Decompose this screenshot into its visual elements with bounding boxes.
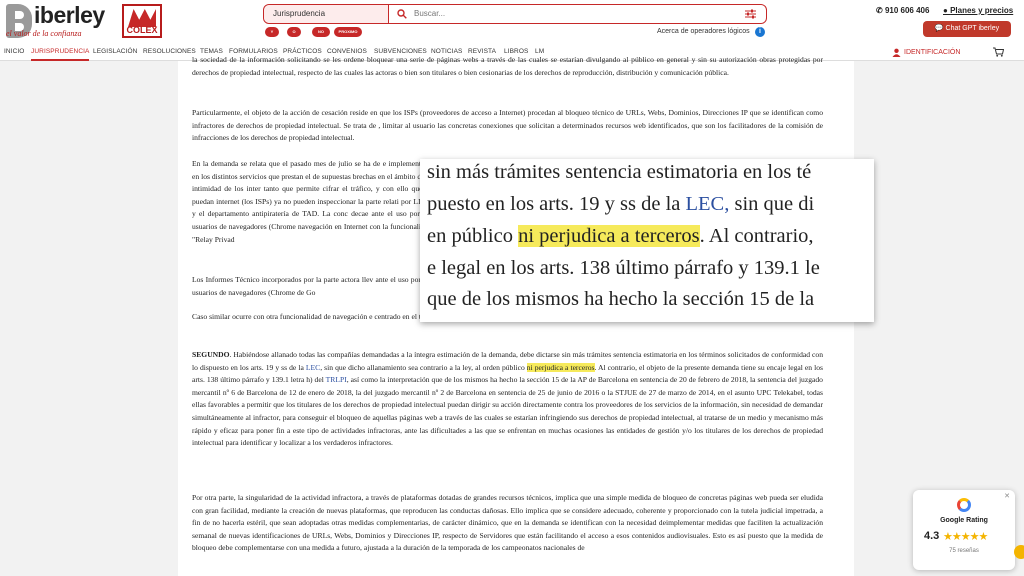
colex-logo[interactable]: COLEX (122, 4, 162, 38)
rating-score: 4.3 (924, 530, 940, 542)
nav-resoluciones[interactable]: RESOLUCIONES (143, 44, 196, 59)
chat-bubble-icon[interactable] (1014, 545, 1024, 559)
magnifier-line-2: puesto en los arts. 19 y ss de la LEC, s… (427, 193, 814, 216)
nav-jurisprudencia[interactable]: JURISPRUDENCIA (31, 44, 90, 61)
info-icon[interactable]: i (755, 27, 765, 37)
text-magnifier-lens: sin más trámites sentencia estimatoria e… (420, 159, 874, 322)
segundo-text-b: , sin que dicho allanamiento sea contrar… (320, 362, 527, 372)
search-bar: Jurisprudencia Buscar... (263, 4, 767, 24)
google-logo-icon (957, 498, 971, 512)
user-icon (892, 48, 901, 57)
paragraph-1: la sociedad de la información solicitand… (192, 55, 823, 77)
magnifier-line-3-a: en público (427, 225, 519, 247)
search-input[interactable]: Buscar... (414, 5, 445, 23)
nav-legislacion[interactable]: LEGISLACIÓN (93, 44, 137, 59)
close-icon[interactable]: ✕ (1004, 492, 1010, 500)
logo-text: iberley (34, 2, 105, 28)
rating-stars-icon: ★★★★★ (943, 531, 988, 543)
chat-button-label: Chat GPT iberley (945, 25, 1000, 32)
paragraph-3: En la demanda se relata que el pasado me… (192, 159, 432, 244)
magnifier-highlight: ni perjudica a terceros (518, 225, 700, 247)
filter-sliders-icon[interactable] (745, 9, 756, 19)
magnifier-line-2-b: sin que di (729, 193, 815, 215)
search-icon[interactable] (397, 9, 407, 19)
logo-tagline: el valor de la confianza (6, 29, 82, 38)
plans-link[interactable]: ● Planes y precios (943, 6, 1013, 15)
operators-help-link[interactable]: Acerca de operadores lógicos (657, 28, 750, 35)
operator-no-button[interactable]: NO (312, 27, 330, 37)
rating-count: 75 reseñas (949, 548, 979, 554)
identification-link[interactable]: IDENTIFICACIÓN (904, 44, 960, 61)
paragraph-7: Por otra parte, la singularidad de la ac… (192, 493, 823, 553)
magnifier-line-3-b: . Al contrario, (699, 225, 814, 247)
google-rating-widget[interactable]: ✕ Google Rating 4.3 ★★★★★ 75 reseñas (913, 490, 1015, 570)
magnifier-line-4: e legal en los arts. 138 último párrafo … (427, 257, 820, 279)
magnifier-line-2-a: puesto en los arts. 19 y ss de la (427, 193, 686, 215)
paragraph-4: Los Informes Técnico incorporados por la… (192, 275, 432, 297)
magnifier-line-5: que de los mismos ha hecho la sección 15… (427, 288, 815, 310)
chat-gpt-button[interactable]: 💬 Chat GPT iberley (923, 21, 1011, 37)
highlighted-text: ni perjudica a terceros (526, 362, 595, 372)
magnifier-line-3: en público ni perjudica a terceros. Al c… (427, 225, 814, 248)
paragraph-segundo: SEGUNDO. Habiéndose allanado todas las c… (192, 349, 823, 450)
phone-text: 910 606 406 (884, 6, 930, 15)
lec-link[interactable]: LEC (306, 363, 320, 372)
search-category-select[interactable]: Jurisprudencia (264, 5, 389, 23)
magnifier-line-1: sin más trámites sentencia estimatoria e… (427, 161, 812, 183)
segundo-label: SEGUNDO (192, 350, 230, 359)
colex-text: COLEX (126, 25, 158, 35)
magnifier-lec-link: LEC, (685, 193, 730, 215)
cart-icon[interactable] (993, 47, 1004, 57)
site-header: iberley el valor de la confianza COLEX J… (0, 0, 1024, 44)
trlpi-link[interactable]: TRLPI (326, 375, 347, 384)
rating-title: Google Rating (940, 517, 988, 524)
segundo-text-d: , así como la interpretación que de los … (192, 375, 823, 448)
operator-o-button[interactable]: O (287, 27, 301, 37)
phone-number[interactable]: ✆ 910 606 406 (876, 6, 929, 15)
nav-inicio[interactable]: INICIO (4, 44, 24, 59)
operator-proximo-button[interactable]: PROXIMO (334, 27, 362, 37)
operator-y-button[interactable]: Y (265, 27, 279, 37)
iberley-logo[interactable]: iberley el valor de la confianza (6, 2, 118, 38)
paragraph-2: Particularmente, el objeto de la acción … (192, 108, 823, 143)
plans-text: Planes y precios (950, 6, 1014, 15)
